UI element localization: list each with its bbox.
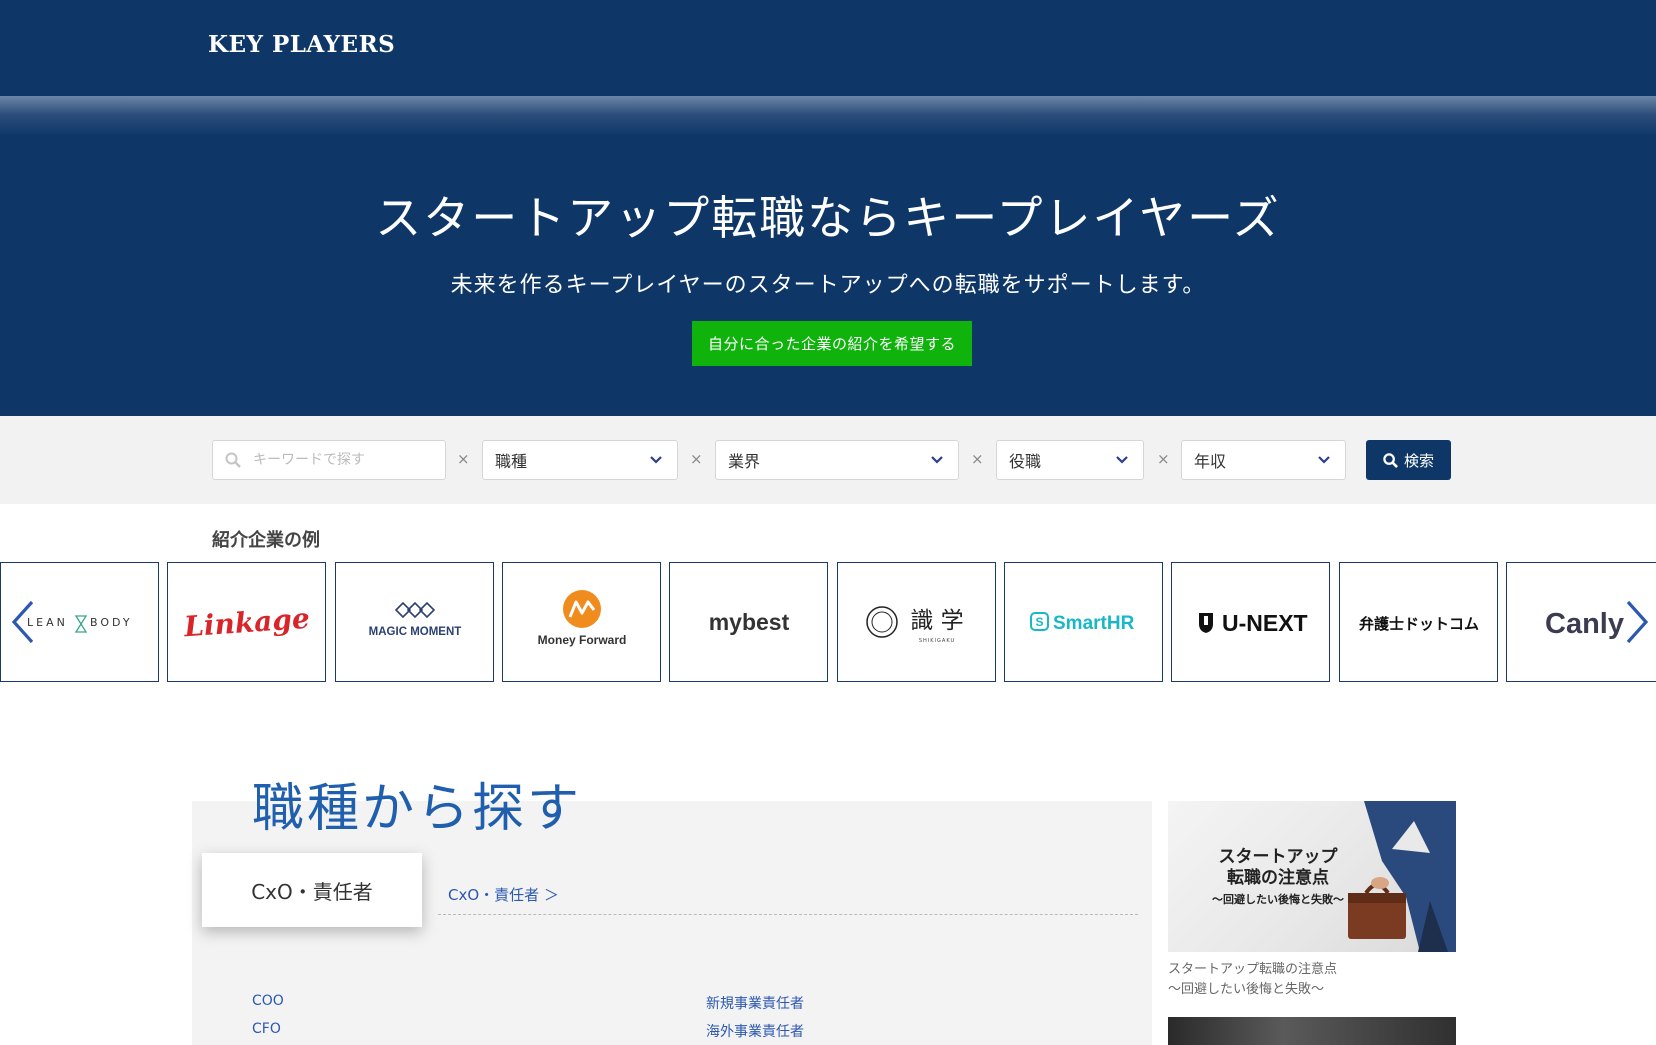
search-icon [1383, 452, 1398, 468]
salary-value: 年収 [1194, 452, 1227, 471]
keyword-input[interactable] [253, 441, 443, 479]
company-card-bengo4[interactable]: 弁護士ドットコム [1339, 562, 1498, 682]
hero-title: スタートアップ転職ならキープレイヤーズ [375, 191, 1281, 245]
site-logo[interactable]: KEY PLAYERS [208, 31, 395, 58]
svg-text:弁護士ドットコム: 弁護士ドットコム [1359, 615, 1479, 633]
job-link-new-business-lead[interactable]: 新規事業責任者 [706, 993, 804, 1013]
search-icon [225, 452, 241, 472]
company-card-smarthr[interactable]: S SmartHR [1004, 562, 1163, 682]
position-value: 役職 [1009, 452, 1042, 471]
magic-moment-logo: MAGIC MOMENT [369, 601, 462, 638]
hero-subtitle: 未来を作るキープレイヤーのスタートアップへの転職をサポートします。 [450, 273, 1206, 298]
svg-text:SHIKIGAKU: SHIKIGAKU [919, 638, 955, 644]
chevron-down-icon [1115, 452, 1129, 471]
chevron-down-icon [649, 452, 663, 471]
svg-text:Money Forward: Money Forward [538, 633, 627, 647]
job-type-section-title: 職種から探す [252, 779, 583, 839]
linkage-logo: Linkage [182, 602, 311, 644]
article-thumbnail-2[interactable] [1168, 1017, 1456, 1045]
job-type-select[interactable]: 職種 [482, 440, 678, 480]
unext-logo: U-NEXT [1199, 610, 1308, 636]
company-card-mybest[interactable]: mybest [669, 562, 828, 682]
search-button[interactable]: 検索 [1366, 440, 1451, 480]
request-introduction-button[interactable]: 自分に合った企業の紹介を希望する [692, 321, 972, 366]
svg-text:S: S [1035, 615, 1043, 629]
company-carousel: LEAN BODY Linkage MAGIC MOMENT Money For… [0, 562, 1656, 682]
separator-times: × [1157, 450, 1170, 468]
industry-value: 業界 [728, 452, 761, 471]
money-forward-logo: Money Forward [538, 590, 627, 647]
companies-section-label: 紹介企業の例 [212, 530, 320, 551]
separator-times: × [971, 450, 984, 468]
separator-times: × [690, 450, 703, 468]
svg-text:Canly: Canly [1545, 608, 1624, 640]
company-card-unext[interactable]: U-NEXT [1171, 562, 1330, 682]
industry-select[interactable]: 業界 [715, 440, 959, 480]
job-link-cfo[interactable]: CFO [252, 1021, 281, 1037]
article-image-subtitle: 〜回避したい後悔と失敗〜 [1212, 893, 1344, 906]
search-button-label: 検索 [1403, 451, 1434, 470]
separator-times: × [457, 450, 470, 468]
article-caption[interactable]: スタートアップ転職の注意点 〜回避したい後悔と失敗〜 [1168, 960, 1456, 1000]
carousel-next-arrow[interactable] [1624, 600, 1650, 648]
company-card-shikigaku[interactable]: 識 学 SHIKIGAKU [837, 562, 996, 682]
carousel-prev-arrow[interactable] [10, 600, 36, 648]
article-thumbnail[interactable]: スタートアップ 転職の注意点 〜回避したい後悔と失敗〜 [1168, 801, 1456, 952]
chevron-right-icon [1626, 600, 1649, 644]
job-type-value: 職種 [495, 452, 528, 471]
top-header: KEY PLAYERS [0, 0, 1656, 97]
tab-cxo[interactable]: CxO・責任者 [202, 853, 422, 927]
search-bar: × 職種 × 業界 × 役職 × 年収 検索 [0, 416, 1656, 504]
svg-text:Linkage: Linkage [182, 602, 311, 644]
keyword-search-field[interactable] [212, 440, 446, 480]
salary-select[interactable]: 年収 [1181, 440, 1346, 480]
company-card-money-forward[interactable]: Money Forward [502, 562, 661, 682]
article-caption-line-1: スタートアップ転職の注意点 [1168, 962, 1338, 977]
chevron-down-icon [930, 452, 944, 471]
job-link-overseas-business-lead[interactable]: 海外事業責任者 [706, 1021, 804, 1041]
chevron-down-icon [1317, 452, 1331, 471]
header-shadow [0, 96, 1656, 136]
svg-text:識 学: 識 学 [910, 608, 963, 634]
mybest-logo: mybest [709, 609, 790, 635]
svg-text:MAGIC MOMENT: MAGIC MOMENT [369, 626, 462, 638]
shikigaku-logo: 識 学 SHIKIGAKU [866, 606, 964, 644]
article-image-title: スタートアップ 転職の注意点 [1218, 847, 1338, 888]
cxo-category-link[interactable]: CxO・責任者 ＞ [448, 884, 559, 905]
company-card-linkage[interactable]: Linkage [167, 562, 326, 682]
chevron-left-icon [11, 600, 34, 644]
divider [438, 914, 1138, 915]
smarthr-logo: S SmartHR [1030, 612, 1135, 634]
company-card-magic-moment[interactable]: MAGIC MOMENT [335, 562, 494, 682]
position-select[interactable]: 役職 [996, 440, 1144, 480]
svg-text:SmartHR: SmartHR [1053, 613, 1135, 634]
bengo4-logo: 弁護士ドットコム [1359, 615, 1479, 633]
hero-section: スタートアップ転職ならキープレイヤーズ 未来を作るキープレイヤーのスタートアップ… [0, 136, 1656, 416]
svg-text:U-NEXT: U-NEXT [1222, 610, 1308, 636]
article-caption-line-2: 〜回避したい後悔と失敗〜 [1168, 982, 1325, 997]
job-link-coo[interactable]: COO [252, 993, 284, 1009]
leanbody-logo-body: BODY [90, 616, 133, 629]
svg-text:mybest: mybest [709, 609, 790, 635]
